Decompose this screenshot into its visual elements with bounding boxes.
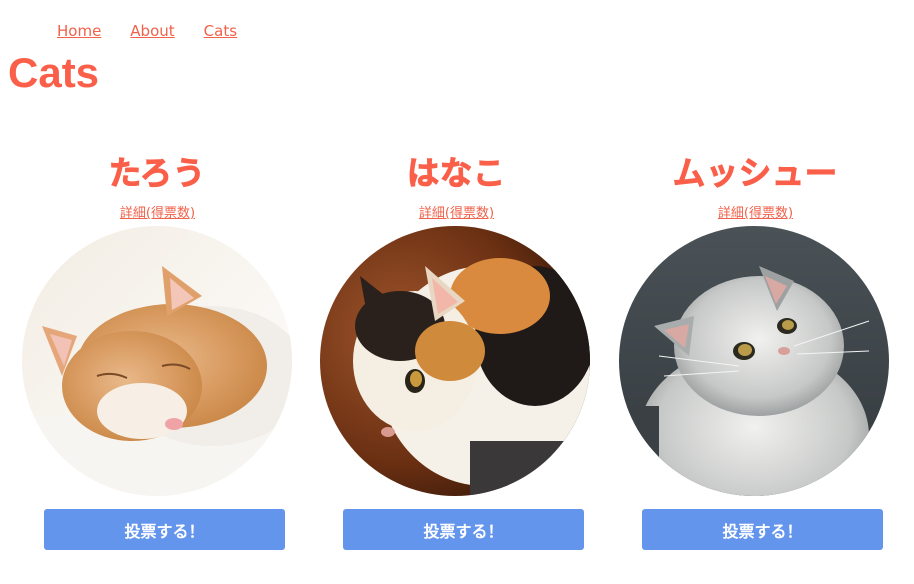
vote-button[interactable]: 投票する！ (343, 509, 584, 550)
detail-link[interactable]: 詳細(得票数) (120, 202, 195, 221)
vote-button[interactable]: 投票する！ (44, 509, 285, 550)
cat-photo-image (619, 226, 889, 496)
cat-photo (619, 226, 889, 496)
cat-card-taro: たろう 詳細(得票数) 投票する！ (8, 150, 307, 550)
nav-link-cats[interactable]: Cats (204, 22, 237, 40)
top-nav: Home About Cats (57, 22, 266, 40)
cat-photo-image (22, 226, 292, 496)
nav-link-home[interactable]: Home (57, 22, 101, 40)
cat-name: はなこ (406, 153, 506, 192)
page-title: Cats (8, 49, 100, 96)
cat-name: たろう (108, 153, 207, 192)
cat-photo-image (320, 226, 590, 496)
cat-card-hanako: はなこ 詳細(得票数) 投票する！ (307, 150, 606, 550)
detail-link[interactable]: 詳細(得票数) (419, 202, 494, 221)
vote-button[interactable]: 投票する！ (642, 509, 883, 550)
cat-photo (22, 226, 292, 496)
nav-link-about[interactable]: About (130, 22, 174, 40)
detail-link[interactable]: 詳細(得票数) (718, 202, 793, 221)
cat-photo (320, 226, 590, 496)
cat-name: ムッシュー (672, 153, 838, 192)
cat-card-monsieur: ムッシュー 詳細(得票数) 投票する！ (606, 150, 905, 550)
